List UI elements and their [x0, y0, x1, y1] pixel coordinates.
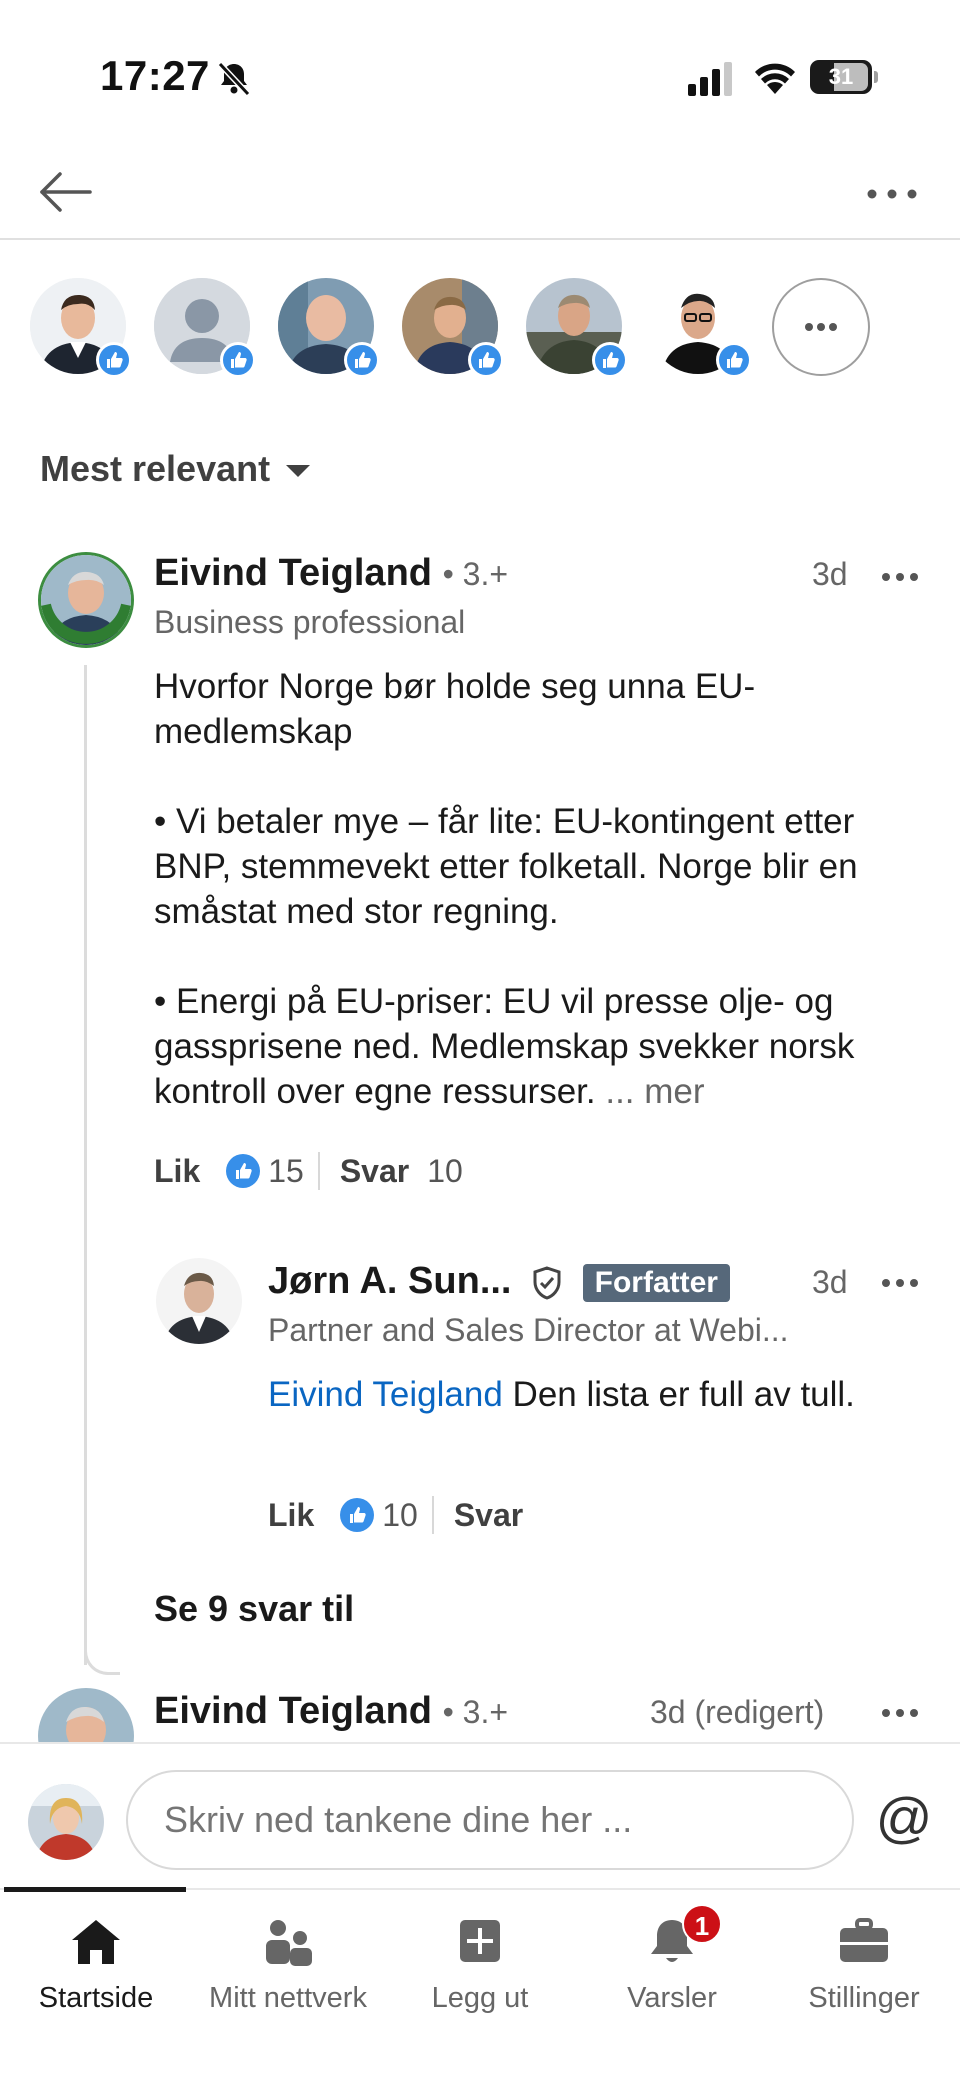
- battery-level: 31: [828, 64, 854, 89]
- ellipsis-icon: [805, 323, 837, 331]
- commenter-name-text: Eivind Teigland: [154, 552, 432, 594]
- verified-shield-icon: [533, 1266, 561, 1300]
- commenter-headline: Business professional: [154, 604, 466, 640]
- active-tab-indicator: [4, 1887, 186, 1892]
- tab-label: Varsler: [627, 1982, 717, 2014]
- reaction-count[interactable]: 15: [268, 1153, 304, 1190]
- comment-body: Hvorfor Norge bør holde seg unna EU-medl…: [154, 664, 914, 1114]
- like-button[interactable]: Lik: [154, 1153, 200, 1190]
- top-nav-bar: [0, 150, 960, 240]
- reply-more-icon[interactable]: [878, 1268, 922, 1298]
- reply-author-name[interactable]: Jørn A. Sun... Forfatter: [268, 1260, 730, 1303]
- reactor-avatar[interactable]: [154, 278, 256, 378]
- reply-count: 10: [427, 1152, 463, 1189]
- comment-input[interactable]: [126, 1770, 854, 1870]
- comment-composer: @: [0, 1742, 960, 1892]
- post-icon: [460, 1920, 500, 1962]
- comment-paragraph: • Vi betaler mye – får lite: EU-kontinge…: [154, 802, 858, 931]
- briefcase-icon: [840, 1918, 888, 1962]
- comment-time: 3d: [812, 556, 848, 592]
- connection-degree: • 3.+: [442, 556, 509, 592]
- tab-label: Startside: [38, 1982, 154, 2014]
- mention-link[interactable]: Eivind Teigland: [268, 1375, 503, 1414]
- person-avatar-icon: [28, 1784, 104, 1860]
- commenter-name[interactable]: Eivind Teigland • 3.+: [154, 1690, 508, 1733]
- reactor-avatar[interactable]: [650, 278, 752, 378]
- tab-notifications[interactable]: 1 Varsler: [576, 1890, 768, 2030]
- like-reaction-icon: [226, 1154, 261, 1188]
- mention-button[interactable]: @: [872, 1786, 936, 1850]
- reaction-count[interactable]: 10: [382, 1497, 418, 1534]
- reactor-avatar[interactable]: [402, 278, 504, 378]
- caret-down-icon: [286, 465, 311, 477]
- bell-muted-icon: [217, 61, 251, 97]
- comment-more-icon[interactable]: [878, 562, 922, 592]
- like-button[interactable]: Lik: [268, 1497, 314, 1534]
- connection-degree: • 3.+: [442, 1694, 509, 1730]
- commenter-name[interactable]: Eivind Teigland • 3.+: [154, 552, 508, 595]
- person-avatar-icon: [156, 1258, 242, 1344]
- tab-post[interactable]: Legg ut: [384, 1890, 576, 2030]
- reply-author-name-text: Jørn A. Sun...: [268, 1260, 512, 1302]
- reply-author-avatar[interactable]: [156, 1258, 242, 1344]
- like-badge-icon: [592, 342, 628, 378]
- author-badge: Forfatter: [582, 1263, 730, 1302]
- battery-indicator: 31: [810, 60, 878, 94]
- see-more-replies-link[interactable]: Se 9 svar til: [154, 1588, 354, 1630]
- reply-body: Eivind Teigland Den lista er full av tul…: [268, 1372, 908, 1417]
- like-badge-icon: [468, 342, 504, 378]
- divider: [431, 1496, 434, 1534]
- sort-label: Mest relevant: [40, 448, 271, 489]
- comment-paragraph-text: • Energi på EU-priser: EU vil presse olj…: [154, 982, 855, 1111]
- status-bar: 17:27 31: [0, 0, 960, 150]
- reply-button[interactable]: Svar: [340, 1153, 409, 1190]
- cellular-signal-icon: [688, 62, 732, 96]
- reply-actions: Lik 10 Svar: [268, 1496, 523, 1534]
- more-options-icon[interactable]: [862, 174, 922, 214]
- comment-paragraph: Hvorfor Norge bør holde seg unna EU-medl…: [154, 667, 756, 751]
- tab-label: Legg ut: [431, 1982, 529, 2014]
- reactor-avatar[interactable]: [30, 278, 132, 378]
- network-icon: [266, 1920, 312, 1966]
- sort-dropdown[interactable]: Mest relevant: [40, 448, 311, 490]
- tab-label: Mitt nettverk: [209, 1982, 367, 2014]
- commenter-name-text: Eivind Teigland: [154, 1690, 432, 1732]
- like-badge-icon: [716, 342, 752, 378]
- comment-actions: Lik 15 Svar 10: [154, 1152, 463, 1190]
- reactor-avatar[interactable]: [278, 278, 380, 378]
- comment-paragraph: • Energi på EU-priser: EU vil presse olj…: [154, 979, 914, 1114]
- my-avatar: [28, 1784, 104, 1860]
- person-avatar-icon: [41, 555, 131, 645]
- reactors-row: [0, 272, 960, 382]
- like-reaction-icon: [340, 1498, 375, 1532]
- reply-time: 3d: [812, 1264, 848, 1300]
- reply-text: Den lista er full av tull.: [512, 1375, 855, 1414]
- like-badge-icon: [96, 342, 132, 378]
- tab-network[interactable]: Mitt nettverk: [192, 1890, 384, 2030]
- notification-count-badge: 1: [682, 1904, 722, 1944]
- comment-time: 3d (redigert): [650, 1694, 825, 1730]
- back-arrow-icon[interactable]: [36, 162, 96, 222]
- like-badge-icon: [344, 342, 380, 378]
- commenter-avatar[interactable]: [38, 552, 134, 648]
- reply-button[interactable]: Svar: [454, 1497, 523, 1534]
- comment-more-icon[interactable]: [878, 1698, 922, 1728]
- status-time: 17:27: [100, 52, 210, 99]
- home-icon: [72, 1920, 120, 1964]
- tab-jobs[interactable]: Stillinger: [768, 1890, 960, 2030]
- reactor-avatar[interactable]: [526, 278, 628, 378]
- reply-author-headline: Partner and Sales Director at Webi...: [268, 1312, 789, 1348]
- tab-home[interactable]: Startside: [0, 1887, 192, 2030]
- see-more-link[interactable]: ... mer: [605, 1072, 704, 1111]
- like-badge-icon: [220, 342, 256, 378]
- divider: [317, 1152, 320, 1190]
- bottom-nav: Startside Mitt nettverk Legg ut 1 Varsle…: [0, 1887, 960, 2087]
- wifi-icon: [755, 63, 795, 94]
- more-reactors-button[interactable]: [772, 278, 870, 376]
- tab-label: Stillinger: [808, 1982, 920, 2014]
